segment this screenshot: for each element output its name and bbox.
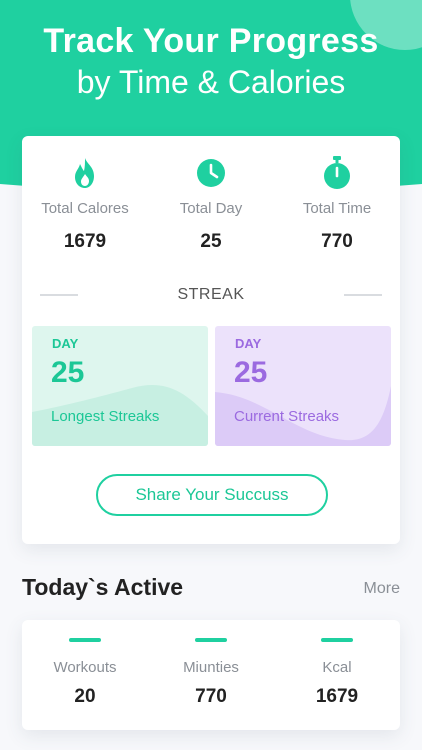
progress-card: Total Calores 1679 Total Day 25 Total Ti… xyxy=(22,136,400,544)
stat-value: 1679 xyxy=(63,231,107,252)
stat-value: 25 xyxy=(200,231,222,252)
activity-label: Kcal xyxy=(322,659,352,676)
accent-bar xyxy=(195,638,227,642)
stat-value: 770 xyxy=(321,231,353,252)
stat-total-time: Total Time 770 xyxy=(274,156,400,253)
activity-workouts: Workouts 20 xyxy=(22,620,148,730)
activity-label: Miunties xyxy=(183,659,239,676)
section-title-today-active: Today`s Active xyxy=(22,574,184,600)
activity-value: 20 xyxy=(74,686,96,707)
streak-caption: Longest Streaks xyxy=(51,408,160,425)
activity-value: 1679 xyxy=(315,686,359,707)
streak-day-label: DAY xyxy=(235,336,262,351)
stat-label: Total Day xyxy=(179,200,243,217)
divider-line xyxy=(343,294,382,296)
stat-label: Total Time xyxy=(302,200,372,217)
clock-icon xyxy=(148,156,274,190)
longest-streak-card[interactable]: DAY 25 Longest Streaks xyxy=(32,326,208,446)
page-subtitle: by Time & Calories xyxy=(76,64,346,100)
share-success-button[interactable]: Share Your Succuss xyxy=(96,474,328,516)
streak-heading: STREAK xyxy=(177,286,245,303)
today-active-card: Workouts 20 Miunties 770 Kcal 1679 xyxy=(22,620,400,730)
streak-day-label: DAY xyxy=(52,336,79,351)
activity-kcal: Kcal 1679 xyxy=(274,620,400,730)
streak-value: 25 xyxy=(234,356,268,389)
activity-value: 770 xyxy=(195,686,227,707)
activity-label: Workouts xyxy=(53,659,117,676)
accent-bar xyxy=(321,638,353,642)
streak-divider: STREAK xyxy=(40,286,382,304)
current-streak-card[interactable]: DAY 25 Current Streaks xyxy=(215,326,391,446)
stat-total-day: Total Day 25 xyxy=(148,156,274,253)
accent-bar xyxy=(69,638,101,642)
streak-value: 25 xyxy=(51,356,85,389)
activity-minutes: Miunties 770 xyxy=(148,620,274,730)
more-link[interactable]: More xyxy=(364,580,400,598)
stopwatch-icon xyxy=(274,156,400,190)
divider-line xyxy=(40,294,78,296)
flame-icon xyxy=(22,156,148,190)
stats-row: Total Calores 1679 Total Day 25 Total Ti… xyxy=(22,156,400,253)
streak-caption: Current Streaks xyxy=(234,408,340,425)
stat-total-calories: Total Calores 1679 xyxy=(22,156,148,253)
stat-label: Total Calores xyxy=(41,200,129,217)
page-title: Track Your Progress xyxy=(43,22,379,60)
